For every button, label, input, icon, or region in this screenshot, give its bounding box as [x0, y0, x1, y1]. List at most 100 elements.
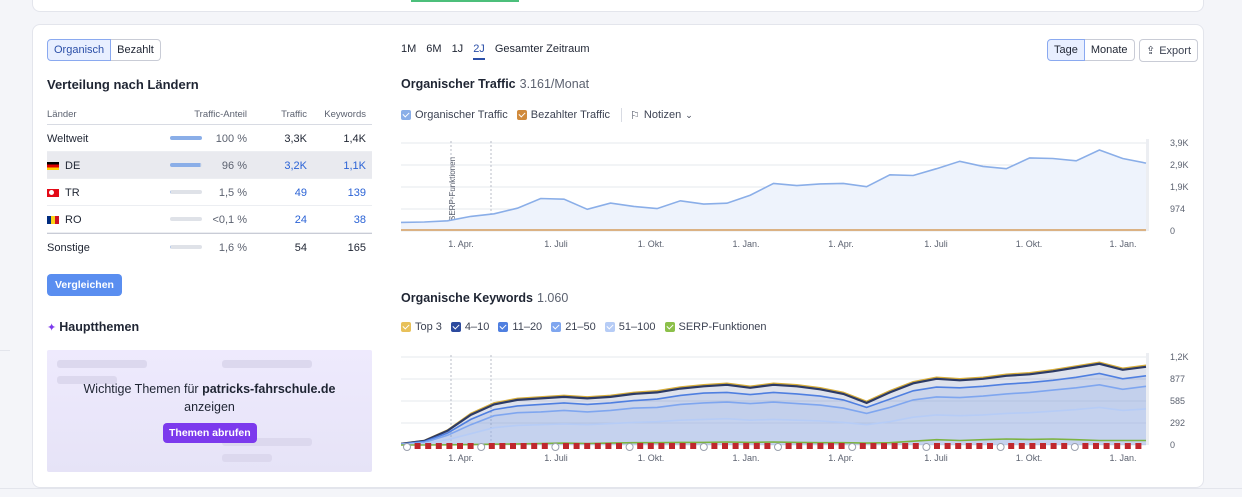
range-all[interactable]: Gesamter Zeitraum — [495, 43, 590, 60]
x-tick-label: 1. Jan. — [1109, 453, 1136, 463]
range-2j[interactable]: 2J — [473, 43, 485, 60]
share-bar — [170, 245, 202, 249]
serp-marker-icon — [699, 443, 708, 451]
keywords-value: 165 — [347, 242, 366, 254]
serp-marker-icon — [584, 443, 591, 449]
x-tick-label: 1. Okt. — [638, 239, 665, 249]
top-card — [32, 0, 1204, 12]
traffic-link[interactable]: 49 — [295, 187, 307, 199]
paid-toggle-button[interactable]: Bezahlt — [111, 39, 161, 61]
serp-marker-icon — [457, 443, 463, 449]
country-table-header: Länder Traffic-Anteil Traffic Keywords — [47, 103, 372, 125]
organic-traffic-chart[interactable]: 3,9K 2,9K 1,9K 974 0 1. Apr. 1. Juli 1. Okt. 1. … — [401, 133, 1191, 257]
legend-item[interactable]: 21–50 — [551, 321, 596, 333]
x-tick-label: 1. Apr. — [448, 239, 474, 249]
organic-keywords-chart[interactable]: 1,2K 877 585 292 0 1. Apr. 1. Juli 1. Okt. 1. Ja… — [401, 347, 1191, 467]
x-tick-label: 1. Okt. — [638, 453, 665, 463]
table-row[interactable]: TR 1,5 % 49 139 — [47, 179, 372, 206]
x-tick-label: 1. Juli — [924, 453, 948, 463]
compare-button[interactable]: Vergleichen — [47, 274, 122, 296]
organic-toggle-button[interactable]: Organisch — [47, 39, 112, 61]
checkbox-icon — [664, 322, 675, 332]
serp-marker-icon — [774, 443, 782, 451]
divider — [621, 108, 623, 122]
header-traffic: Traffic — [281, 109, 307, 120]
blurred-placeholder — [222, 360, 312, 368]
flag-icon: ⚐ — [630, 109, 640, 122]
legend-item[interactable]: SERP-Funktionen — [664, 321, 767, 333]
serp-marker-icon — [605, 443, 612, 449]
range-1m[interactable]: 1M — [401, 43, 416, 60]
days-button[interactable]: Tage — [1047, 39, 1085, 61]
serp-marker-icon — [848, 443, 857, 451]
traffic-value: 3,3K — [284, 133, 307, 145]
keywords-link[interactable]: 1,1K — [343, 160, 366, 172]
serp-marker-icon — [859, 443, 866, 449]
organic-traffic-area — [401, 150, 1146, 231]
serp-marker-icon — [955, 443, 962, 449]
share-value: 100 % — [215, 133, 247, 145]
keywords-value: 1.060 — [537, 291, 569, 305]
sparkle-icon: ✦ — [47, 322, 57, 334]
serp-marker-icon — [1082, 443, 1089, 449]
table-row[interactable]: Sonstige 1,6 % 54 165 — [47, 233, 372, 260]
y-tick-label: 1,9K — [1170, 182, 1189, 192]
legend-item[interactable]: 4–10 — [450, 321, 489, 333]
serp-marker-icon — [764, 443, 771, 449]
country-name: TR — [65, 187, 80, 199]
serp-marker-icon — [965, 443, 972, 449]
range-1j[interactable]: 1J — [452, 43, 464, 60]
legend-item[interactable]: Top 3 — [401, 321, 442, 333]
table-row[interactable]: RO <0,1 % 24 38 — [47, 206, 372, 233]
serp-marker-icon — [996, 443, 1005, 451]
traffic-link[interactable]: 24 — [295, 214, 307, 226]
legend-paid[interactable]: Bezahlter Traffic — [516, 109, 610, 121]
keywords-link[interactable]: 38 — [354, 214, 366, 226]
share-value: 1,5 % — [218, 187, 247, 199]
serp-marker-icon — [669, 443, 675, 449]
serp-marker-icon — [510, 443, 516, 449]
x-tick-label: 1. Jan. — [1109, 239, 1136, 249]
organic-keywords-title: Organische Keywords 1.060 — [401, 291, 569, 305]
months-button[interactable]: Monate — [1084, 39, 1135, 61]
y-tick-label: 0 — [1170, 226, 1175, 236]
serp-marker-icon — [806, 443, 813, 449]
serp-marker-icon — [838, 443, 845, 449]
checkbox-icon — [551, 322, 562, 332]
serp-marker-icon — [551, 443, 560, 451]
serp-marker-icon — [711, 443, 718, 449]
y-tick-label: 292 — [1170, 418, 1185, 428]
country-name: DE — [65, 160, 81, 172]
serp-marker-icon — [563, 443, 569, 449]
keywords-link[interactable]: 139 — [348, 187, 366, 199]
share-bar — [170, 190, 202, 194]
legend-organic[interactable]: Organischer Traffic — [401, 109, 508, 121]
serp-marker-icon — [891, 443, 898, 449]
serp-annotation: SERP-Funktionen — [448, 157, 457, 221]
serp-marker-icon — [403, 443, 411, 451]
x-tick-label: 1. Okt. — [1016, 453, 1043, 463]
traffic-link[interactable]: 3,2K — [284, 160, 307, 172]
share-value: 96 % — [221, 160, 247, 172]
legend-item[interactable]: 51–100 — [604, 321, 656, 333]
country-distribution-title: Verteilung nach Ländern — [47, 77, 199, 92]
serp-marker-icon — [1040, 443, 1046, 449]
x-tick-label: 1. Juli — [544, 453, 568, 463]
table-row[interactable]: DE 96 % 3,2K 1,1K — [47, 152, 372, 179]
serp-marker-icon — [912, 443, 919, 449]
notes-dropdown[interactable]: ⚐ Notizen ⌄ — [630, 109, 693, 122]
y-tick-label: 3,9K — [1170, 138, 1189, 148]
x-tick-label: 1. Apr. — [828, 239, 854, 249]
table-row[interactable]: Weltweit 100 % 3,3K 1,4K — [47, 125, 372, 152]
overview-card: Organisch Bezahlt Verteilung nach Länder… — [32, 24, 1204, 488]
range-6m[interactable]: 6M — [426, 43, 441, 60]
x-tick-label: 1. Juli — [924, 239, 948, 249]
y-tick-label: 585 — [1170, 396, 1185, 406]
export-button[interactable]: ⇪ Export — [1139, 39, 1199, 62]
get-topics-button[interactable]: Themen abrufen — [163, 423, 257, 443]
serp-marker-icon — [647, 443, 654, 449]
promo-text: Wichtige Themen für patricks-fahrschule.… — [83, 382, 336, 414]
x-tick-label: 1. Jan. — [732, 453, 759, 463]
legend-item[interactable]: 11–20 — [498, 321, 542, 333]
serp-marker-icon — [753, 443, 760, 449]
